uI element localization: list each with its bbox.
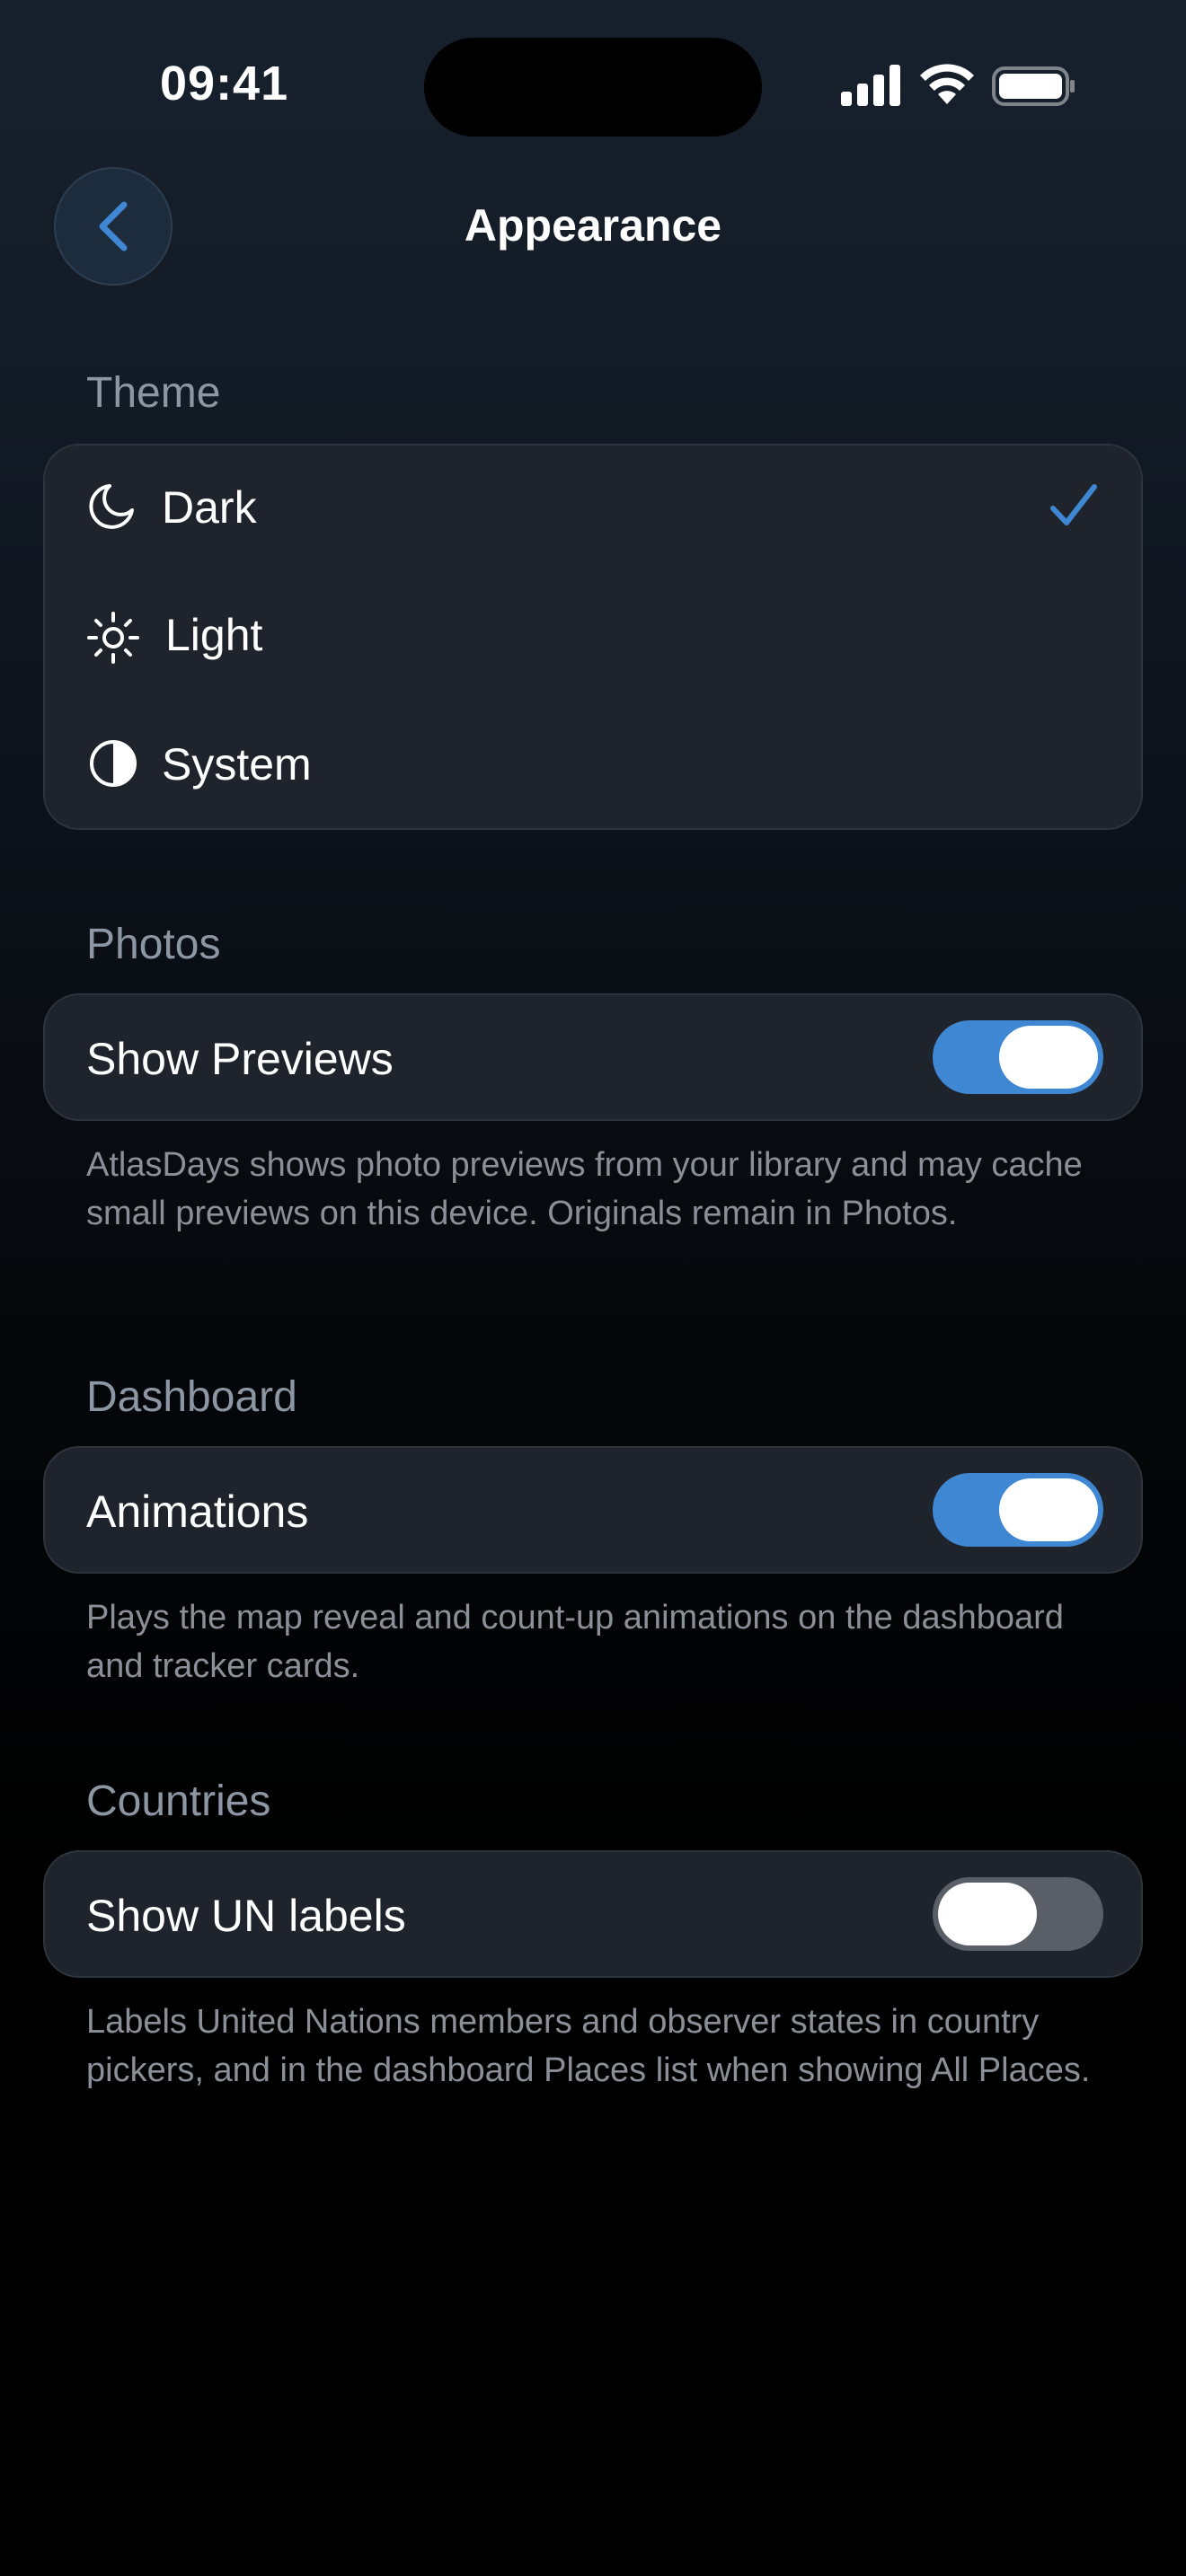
photos-footnote: AtlasDays shows photo previews from your… [86, 1146, 1083, 1232]
animations-toggle[interactable] [933, 1473, 1103, 1547]
animations-row: Animations [43, 1446, 1143, 1574]
dynamic-island [424, 38, 762, 137]
half-circle-icon [90, 740, 137, 787]
section-label-dashboard: Dashboard [86, 1373, 297, 1421]
toggle-knob [999, 1026, 1098, 1089]
section-label-countries: Countries [86, 1778, 271, 1825]
section-label-photos: Photos [86, 921, 221, 968]
show-un-labels-label: Show UN labels [86, 1891, 406, 1941]
show-previews-toggle[interactable] [933, 1020, 1103, 1094]
status-time: 09:41 [160, 57, 289, 110]
show-previews-label: Show Previews [86, 1034, 394, 1084]
theme-card: Dark Light System [43, 444, 1143, 830]
toggle-knob [999, 1478, 1098, 1541]
theme-option-dark[interactable]: Dark [45, 446, 1141, 571]
show-un-labels-toggle[interactable] [933, 1877, 1103, 1951]
animations-label: Animations [86, 1486, 309, 1537]
countries-footnote: Labels United Nations members and observ… [86, 2003, 1091, 2089]
sun-icon [87, 612, 139, 664]
theme-option-label: Light [165, 610, 263, 660]
page-title: Appearance [464, 200, 722, 251]
show-un-labels-row: Show UN labels [43, 1850, 1143, 1978]
toggle-knob [938, 1883, 1037, 1945]
wifi-icon [920, 64, 974, 104]
show-previews-row: Show Previews [43, 993, 1143, 1121]
section-label-theme: Theme [86, 369, 221, 417]
moon-icon [89, 484, 134, 529]
dashboard-footnote: Plays the map reveal and count-up animat… [86, 1599, 1064, 1685]
theme-option-label: System [162, 739, 312, 790]
cellular-signal-icon [841, 65, 900, 106]
battery-icon [992, 66, 1075, 106]
theme-option-label: Dark [162, 482, 257, 533]
theme-option-light[interactable]: Light [45, 571, 1141, 701]
checkmark-icon [1050, 484, 1097, 525]
theme-option-system[interactable]: System [45, 701, 1141, 828]
